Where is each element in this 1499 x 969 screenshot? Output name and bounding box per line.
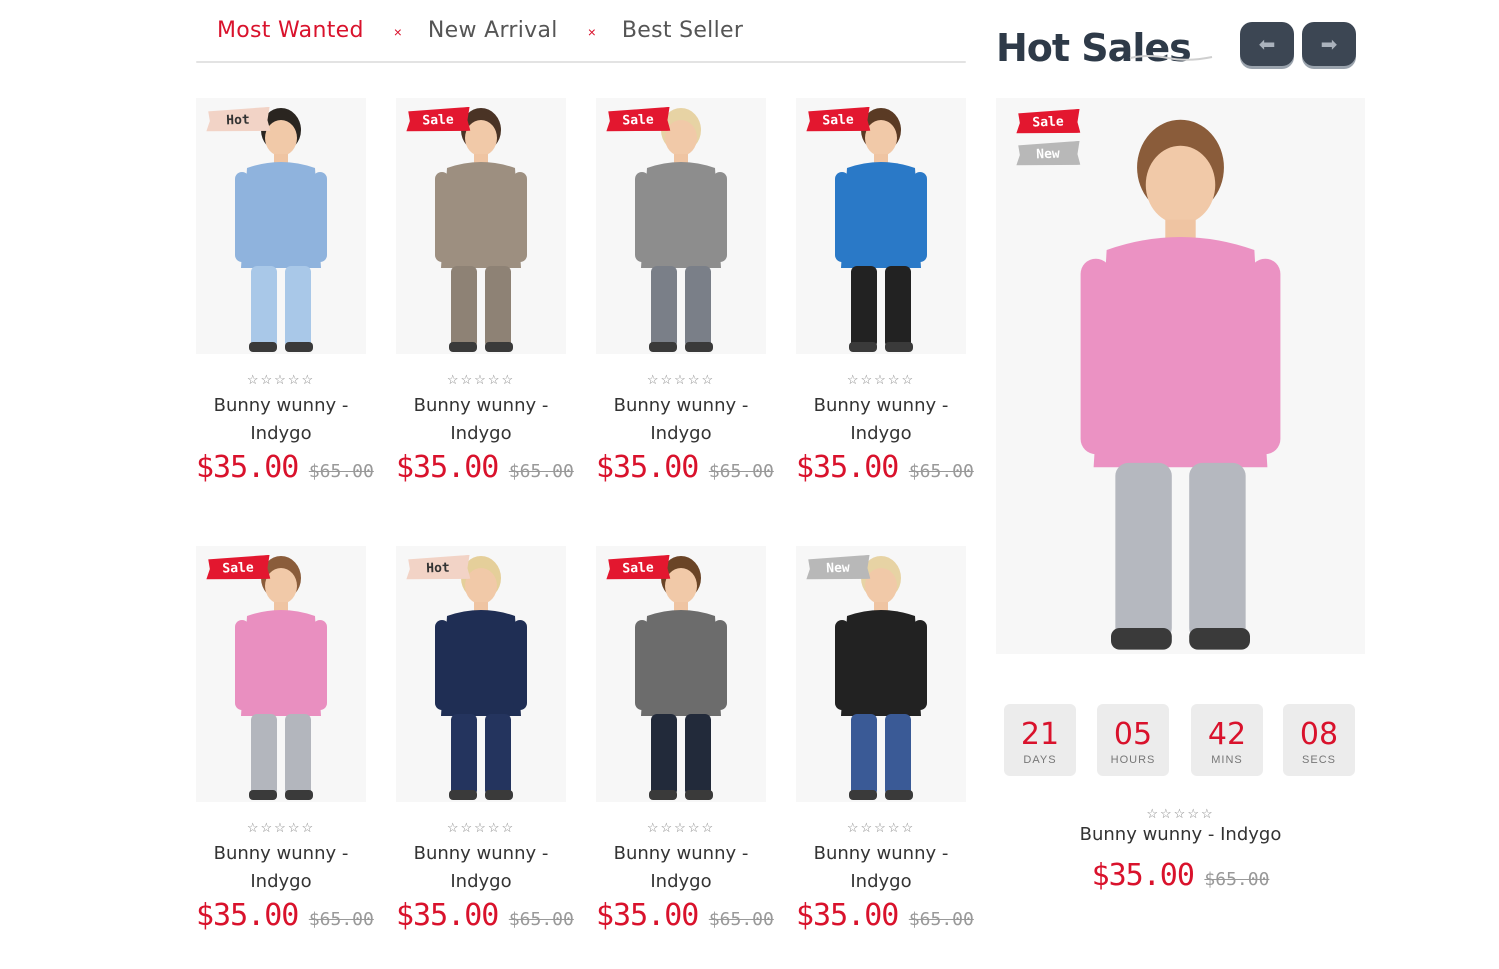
- product-card[interactable]: Hot ☆☆☆☆☆ Bunny wunny - Indygo $35.00 $6…: [196, 98, 374, 498]
- product-image[interactable]: Hot: [396, 546, 566, 802]
- product-image[interactable]: Sale: [196, 546, 366, 802]
- countdown-secs: 08 SECS: [1283, 704, 1355, 776]
- original-price: $65.00: [308, 909, 374, 930]
- rating-stars[interactable]: ☆☆☆☆☆: [596, 372, 766, 388]
- product-name-link[interactable]: Bunny wunny - Indygo: [596, 840, 766, 896]
- original-price: $65.00: [508, 461, 574, 482]
- product-grid: Hot ☆☆☆☆☆ Bunny wunny - Indygo $35.00 $6…: [196, 98, 974, 958]
- original-price: $65.00: [908, 461, 974, 482]
- product-name-link[interactable]: Bunny wunny - Indygo: [596, 392, 766, 448]
- product-card[interactable]: Sale ☆☆☆☆☆ Bunny wunny - Indygo $35.00 $…: [196, 546, 374, 946]
- sale-price: $35.00: [196, 450, 299, 485]
- product-card[interactable]: Hot ☆☆☆☆☆ Bunny wunny - Indygo $35.00 $6…: [396, 546, 574, 946]
- product-image[interactable]: Sale: [596, 546, 766, 802]
- tabs-divider: [196, 61, 966, 63]
- product-prices: $35.00 $65.00: [196, 450, 374, 485]
- countdown-hours: 05 HOURS: [1097, 704, 1169, 776]
- countdown-label: HOURS: [1110, 754, 1156, 766]
- countdown-value: 42: [1207, 717, 1247, 752]
- product-card[interactable]: Sale ☆☆☆☆☆ Bunny wunny - Indygo $35.00 $…: [596, 98, 774, 498]
- countdown-value: 08: [1299, 717, 1339, 752]
- hot-sales-product-image[interactable]: Sale New: [996, 98, 1365, 654]
- product-prices: $35.00 $65.00: [396, 450, 574, 485]
- original-price: $65.00: [1204, 869, 1270, 890]
- countdown-days: 21 DAYS: [1004, 704, 1076, 776]
- countdown-mins: 42 MINS: [1191, 704, 1263, 776]
- rating-stars[interactable]: ☆☆☆☆☆: [396, 820, 566, 836]
- product-prices: $35.00 $65.00: [596, 898, 774, 933]
- countdown-timer: 21 DAYS 05 HOURS 42 MINS 08 SECS: [1004, 704, 1364, 776]
- sale-price: $35.00: [196, 898, 299, 933]
- countdown-label: DAYS: [1023, 754, 1057, 766]
- rating-stars[interactable]: ☆☆☆☆☆: [796, 820, 966, 836]
- rating-stars[interactable]: ☆☆☆☆☆: [996, 806, 1365, 822]
- sale-price: $35.00: [796, 898, 899, 933]
- product-name-link[interactable]: Bunny wunny - Indygo: [796, 392, 966, 448]
- product-name-link[interactable]: Bunny wunny - Indygo: [796, 840, 966, 896]
- sale-price: $35.00: [596, 898, 699, 933]
- product-prices: $35.00 $65.00: [796, 898, 974, 933]
- sale-price: $35.00: [796, 450, 899, 485]
- tab-separator-icon: ×: [587, 24, 596, 40]
- original-price: $65.00: [308, 461, 374, 482]
- tab-separator-icon: ×: [393, 24, 402, 40]
- original-price: $65.00: [508, 909, 574, 930]
- tab-new-arrival[interactable]: New Arrival: [428, 18, 558, 43]
- arrow-left-icon: ⬅: [1258, 33, 1276, 56]
- original-price: $65.00: [708, 909, 774, 930]
- sale-price: $35.00: [396, 450, 499, 485]
- sale-price: $35.00: [396, 898, 499, 933]
- rating-stars[interactable]: ☆☆☆☆☆: [396, 372, 566, 388]
- countdown-label: SECS: [1302, 754, 1336, 766]
- product-prices: $35.00 $65.00: [396, 898, 574, 933]
- product-image[interactable]: Sale: [596, 98, 766, 354]
- sale-price: $35.00: [1091, 858, 1195, 893]
- arrow-right-icon: ➡: [1320, 33, 1338, 56]
- product-name-link[interactable]: Bunny wunny - Indygo: [196, 392, 366, 448]
- prev-button[interactable]: ⬅: [1240, 22, 1294, 66]
- rating-stars[interactable]: ☆☆☆☆☆: [596, 820, 766, 836]
- product-card[interactable]: Sale ☆☆☆☆☆ Bunny wunny - Indygo $35.00 $…: [596, 546, 774, 946]
- next-button[interactable]: ➡: [1302, 22, 1356, 66]
- product-name-link[interactable]: Bunny wunny - Indygo: [396, 840, 566, 896]
- hot-sales-prices: $35.00 $65.00: [996, 858, 1365, 893]
- product-image[interactable]: Hot: [196, 98, 366, 354]
- product-image[interactable]: Sale: [396, 98, 566, 354]
- tab-best-seller[interactable]: Best Seller: [622, 18, 743, 43]
- title-squiggle: [1129, 55, 1213, 61]
- sale-price: $35.00: [596, 450, 699, 485]
- rating-stars[interactable]: ☆☆☆☆☆: [196, 372, 366, 388]
- hot-sales-title: Hot Sales: [996, 26, 1192, 70]
- product-card[interactable]: Sale ☆☆☆☆☆ Bunny wunny - Indygo $35.00 $…: [396, 98, 574, 498]
- product-prices: $35.00 $65.00: [596, 450, 774, 485]
- tab-most-wanted[interactable]: Most Wanted: [217, 18, 364, 43]
- product-image[interactable]: Sale: [796, 98, 966, 354]
- product-name-link[interactable]: Bunny wunny - Indygo: [396, 392, 566, 448]
- countdown-value: 05: [1113, 717, 1153, 752]
- original-price: $65.00: [908, 909, 974, 930]
- product-prices: $35.00 $65.00: [796, 450, 974, 485]
- product-card[interactable]: New ☆☆☆☆☆ Bunny wunny - Indygo $35.00 $6…: [796, 546, 974, 946]
- product-tabs: Most Wanted × New Arrival × Best Seller: [196, 10, 966, 66]
- product-name-link[interactable]: Bunny wunny - Indygo: [196, 840, 366, 896]
- countdown-label: MINS: [1211, 754, 1243, 766]
- rating-stars[interactable]: ☆☆☆☆☆: [196, 820, 366, 836]
- original-price: $65.00: [708, 461, 774, 482]
- product-prices: $35.00 $65.00: [196, 898, 374, 933]
- product-name-link[interactable]: Bunny wunny - Indygo: [996, 824, 1365, 845]
- rating-stars[interactable]: ☆☆☆☆☆: [796, 372, 966, 388]
- product-image[interactable]: New: [796, 546, 966, 802]
- tab-row: Most Wanted × New Arrival × Best Seller: [196, 10, 966, 50]
- product-card[interactable]: Sale ☆☆☆☆☆ Bunny wunny - Indygo $35.00 $…: [796, 98, 974, 498]
- countdown-value: 21: [1020, 717, 1060, 752]
